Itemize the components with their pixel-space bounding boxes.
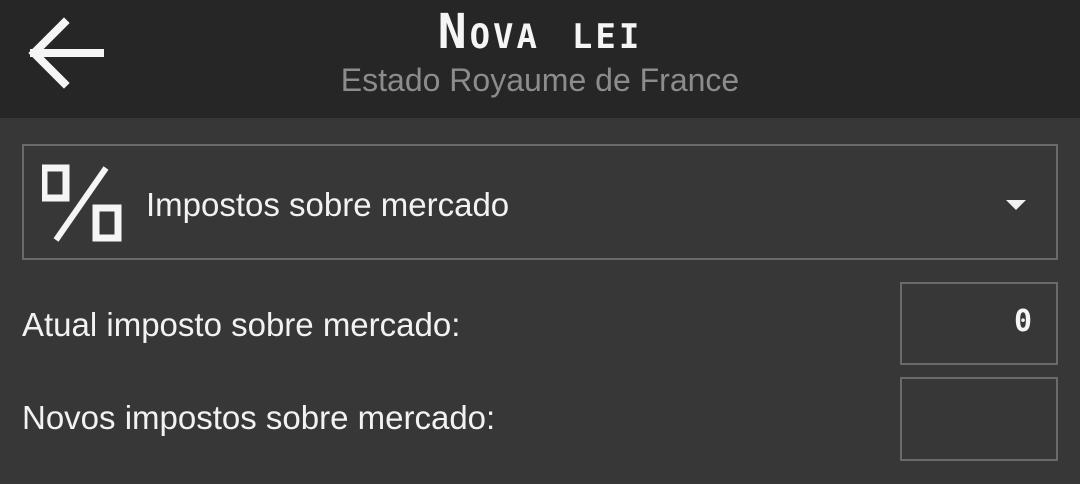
dropdown-selected-value: Impostos sobre mercado	[146, 186, 510, 223]
new-tax-field-box	[900, 377, 1058, 461]
new-tax-label: Novos impostos sobre mercado:	[22, 399, 496, 436]
page-title: Nova lei	[437, 4, 643, 60]
caret-down-icon	[1006, 200, 1026, 210]
current-tax-field: 0	[900, 282, 1058, 365]
current-tax-label: Atual imposto sobre mercado:	[22, 306, 461, 343]
page-subtitle: Estado Royaume de France	[340, 62, 740, 98]
app-header: Nova lei Estado Royaume de France	[0, 0, 1080, 118]
current-tax-value: 0	[1013, 304, 1032, 339]
percent-icon	[42, 164, 122, 242]
new-tax-input[interactable]	[902, 379, 1056, 459]
law-type-dropdown[interactable]: Impostos sobre mercado	[22, 144, 1058, 260]
